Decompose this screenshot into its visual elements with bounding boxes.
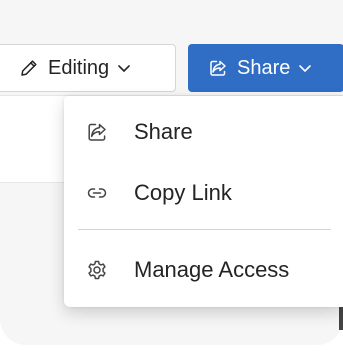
menu-item-label: Share [134,119,193,144]
menu-item-label: Copy Link [134,180,232,205]
menu-item-label: Manage Access [134,257,290,282]
share-icon [208,58,228,78]
share-button[interactable]: Share [188,44,343,92]
menu-item-share[interactable]: Share [64,104,343,160]
share-label: Share [237,56,291,79]
menu-item-manage-access[interactable]: Manage Access [64,242,343,298]
chevron-down-icon [116,60,132,76]
share-dropdown-menu: Share Copy Link Manage Access [64,96,343,307]
menu-divider [78,229,331,230]
pencil-icon [19,58,39,78]
share-icon [86,121,108,143]
link-icon [86,182,108,204]
chevron-down-icon [297,60,313,76]
editing-mode-button[interactable]: Editing [0,44,176,92]
gear-icon [86,259,108,281]
menu-item-copy-link[interactable]: Copy Link [64,165,343,221]
editing-label: Editing [48,56,110,79]
screen: Editing Share Share Copy Link Manage Acc… [0,0,343,355]
